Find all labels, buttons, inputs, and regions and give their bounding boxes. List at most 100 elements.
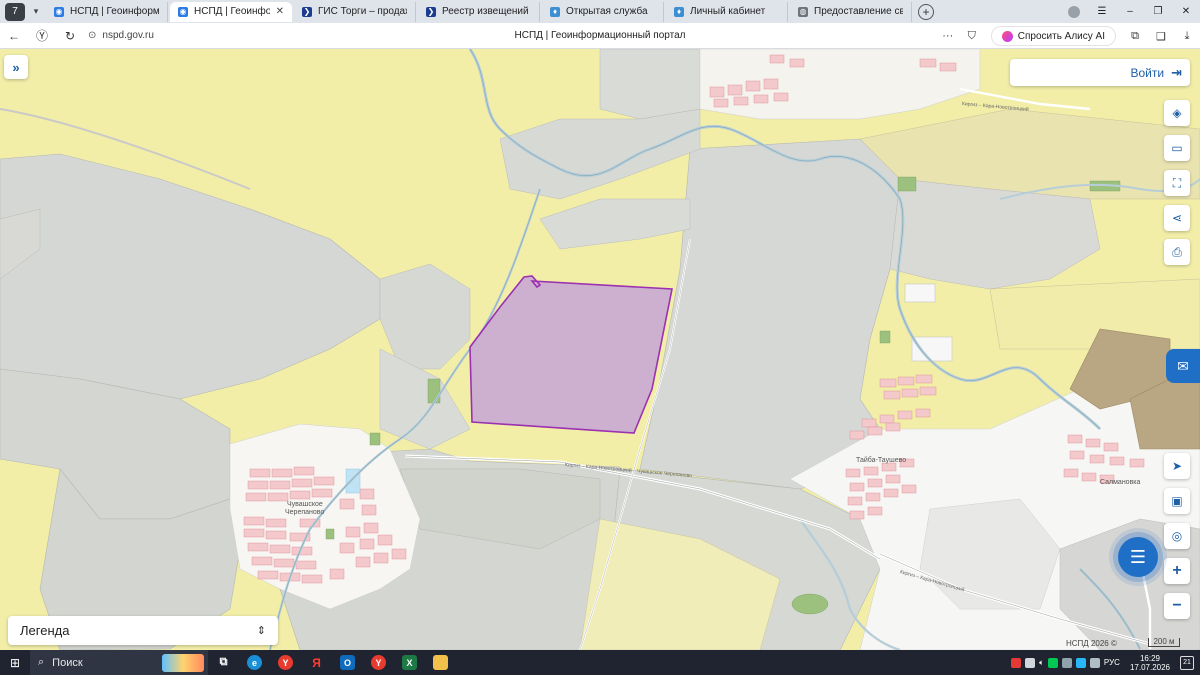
taskbar-search[interactable]: ⌕ Поиск <box>30 650 208 675</box>
globe-icon: ◍ <box>798 6 808 17</box>
yandex-browser-icon[interactable]: Y <box>270 650 301 675</box>
double-chevron-right-icon: » <box>12 59 20 75</box>
os-taskbar: ⊞ ⌕ Поиск ⧉ e Y Я O Y X 🔈︎ РУС 16:29 17.… <box>0 650 1200 675</box>
login-arrow-icon: ⇥ <box>1171 64 1182 80</box>
tab-title: Предоставление сведени <box>814 6 903 17</box>
cadastral-map-base[interactable] <box>0 49 1200 650</box>
expand-collapse-icon: ⇕ <box>256 625 266 637</box>
clock-date: 17.07.2026 <box>1129 662 1170 672</box>
print-button[interactable]: ⎙ <box>1164 239 1190 265</box>
address-bar: ← Ⓨ ↻ ⊙ nspd.gov.ru НСПД | Геоинформацио… <box>0 23 1200 49</box>
legend-label: Легенда <box>20 623 70 638</box>
tab-nspd-2[interactable]: ◉ НСПД | Геоинформацио ✕ <box>170 1 292 22</box>
more-options-icon[interactable]: ··· <box>937 30 959 42</box>
tab-open-service[interactable]: ♦ Открытая служба <box>542 1 664 22</box>
volume-icon[interactable]: 🔈︎ <box>1039 658 1044 668</box>
tab-reestr[interactable]: ❯ Реестр извещений <box>418 1 540 22</box>
tab-cabinet[interactable]: ♦ Личный кабинет <box>666 1 788 22</box>
zoom-out-button[interactable]: − <box>1164 593 1190 619</box>
tabs-menu-chevron-icon[interactable]: ▾ <box>28 3 44 21</box>
collections-icon[interactable]: ❑ <box>1148 30 1174 43</box>
task-view-icon[interactable]: ⧉ <box>208 650 239 675</box>
ask-alice-label: Спросить Алису AI <box>1017 30 1105 42</box>
edge-browser-icon[interactable]: e <box>239 650 270 675</box>
ask-alice-button[interactable]: Спросить Алису AI <box>990 26 1116 46</box>
tab-title: НСПД | Геоинформационный <box>70 6 159 17</box>
tray-app-icon[interactable] <box>1025 657 1036 668</box>
support-chat-icon: ✉ <box>1177 357 1189 374</box>
windows-start-icon[interactable]: ⊞ <box>0 656 30 670</box>
gis-torgi-icon: ❯ <box>302 6 312 17</box>
antivirus-tray-icon[interactable] <box>1011 657 1022 668</box>
file-explorer-icon[interactable] <box>425 650 456 675</box>
minus-icon: − <box>1172 597 1182 614</box>
restore-icon[interactable]: ❐ <box>1144 6 1172 17</box>
close-tab-icon[interactable]: ✕ <box>276 6 284 17</box>
ruler-button[interactable]: ▭ <box>1164 135 1190 161</box>
plus-icon: + <box>1172 562 1182 579</box>
excel-icon[interactable]: X <box>394 650 425 675</box>
place-label: Чувашское <box>287 501 323 508</box>
select-area-icon: ⛶ <box>1172 175 1182 190</box>
tab-title: НСПД | Геоинформацио <box>194 6 270 17</box>
yandex-icon[interactable]: Я <box>301 650 332 675</box>
geolocation-button[interactable]: ➤ <box>1164 453 1190 479</box>
layers-button[interactable]: ◈ <box>1164 100 1190 126</box>
tab-title: Личный кабинет <box>690 6 766 17</box>
selected-parcel[interactable] <box>469 275 673 434</box>
extensions-icon[interactable]: ⧉ <box>1122 30 1148 43</box>
expand-panel-button[interactable]: » <box>4 55 28 79</box>
tab-title: Открытая служба <box>566 6 648 17</box>
location-search-button[interactable]: ◎ <box>1164 523 1190 549</box>
tab-nspd-1[interactable]: ◉ НСПД | Геоинформационный <box>46 1 168 22</box>
browser-menu-icon[interactable]: ☰ <box>1088 6 1116 17</box>
clock-time: 16:29 <box>1139 653 1160 663</box>
yandex-browser-active-icon[interactable]: Y <box>363 650 394 675</box>
url-field[interactable]: nspd.gov.ru <box>102 30 154 41</box>
tab-gis-torgi[interactable]: ❯ ГИС Торги – продажи гос <box>294 1 416 22</box>
scale-bar: 200 м <box>1148 638 1180 647</box>
bookmark-icon[interactable]: ⛉ <box>959 30 985 43</box>
search-label: Поиск <box>52 656 83 669</box>
network-icon[interactable] <box>1089 657 1100 668</box>
tab-title: ГИС Торги – продажи гос <box>318 6 407 17</box>
map-copyright: НСПД 2026 © <box>1066 639 1117 648</box>
minimize-icon[interactable]: – <box>1116 6 1144 17</box>
profile-avatar-icon[interactable] <box>1068 5 1080 18</box>
minimap-button[interactable]: ▣ <box>1164 488 1190 514</box>
gis-torgi-icon: ❯ <box>426 6 436 17</box>
tray-app-icon[interactable] <box>1061 657 1072 668</box>
downloads-icon[interactable]: ⤓ <box>1174 30 1200 43</box>
zoom-in-button[interactable]: + <box>1164 558 1190 584</box>
navigation-arrow-icon: ➤ <box>1171 459 1183 473</box>
select-area-button[interactable]: ⛶ <box>1164 170 1190 196</box>
tab-counter[interactable]: 7 <box>5 2 25 21</box>
kaspersky-tray-icon[interactable] <box>1047 657 1058 668</box>
support-tab[interactable]: ✉ <box>1166 349 1200 383</box>
outlook-icon[interactable]: O <box>332 650 363 675</box>
search-highlight-image <box>162 653 204 672</box>
map-canvas[interactable]: Чувашское Черепаново Тайба-Таушево Салма… <box>0 49 1200 650</box>
secure-lock-icon[interactable]: ⊙ <box>88 30 96 41</box>
login-label: Войти <box>1130 65 1165 80</box>
back-arrow-icon[interactable]: ← <box>0 29 28 43</box>
tab-info[interactable]: ◍ Предоставление сведени <box>790 1 912 22</box>
place-label: Салмановка <box>1100 479 1141 486</box>
chat-button[interactable]: ☰ <box>1118 537 1158 577</box>
yandex-home-icon[interactable]: Ⓨ <box>28 27 56 44</box>
login-button[interactable]: Войти ⇥ <box>1010 59 1190 86</box>
new-tab-plus-icon[interactable]: + <box>918 3 934 20</box>
system-clock[interactable]: 16:29 17.07.2026 <box>1130 654 1170 672</box>
close-window-icon[interactable]: ✕ <box>1172 6 1200 17</box>
legend-panel[interactable]: Легенда ⇕ <box>8 616 278 645</box>
messenger-tray-icon[interactable] <box>1075 657 1086 668</box>
reload-icon[interactable]: ↻ <box>56 29 84 43</box>
notifications-badge[interactable]: 21 <box>1180 655 1194 670</box>
nspd-icon: ◉ <box>178 6 188 17</box>
minimap-icon: ▣ <box>1171 494 1183 508</box>
place-label: Тайба-Таушево <box>856 457 907 464</box>
chat-bubble-icon: ☰ <box>1129 546 1147 567</box>
share-button[interactable]: ⋖ <box>1164 205 1190 231</box>
language-indicator[interactable]: РУС <box>1104 658 1120 667</box>
window-controls: ☰ – ❐ ✕ <box>1068 0 1200 23</box>
